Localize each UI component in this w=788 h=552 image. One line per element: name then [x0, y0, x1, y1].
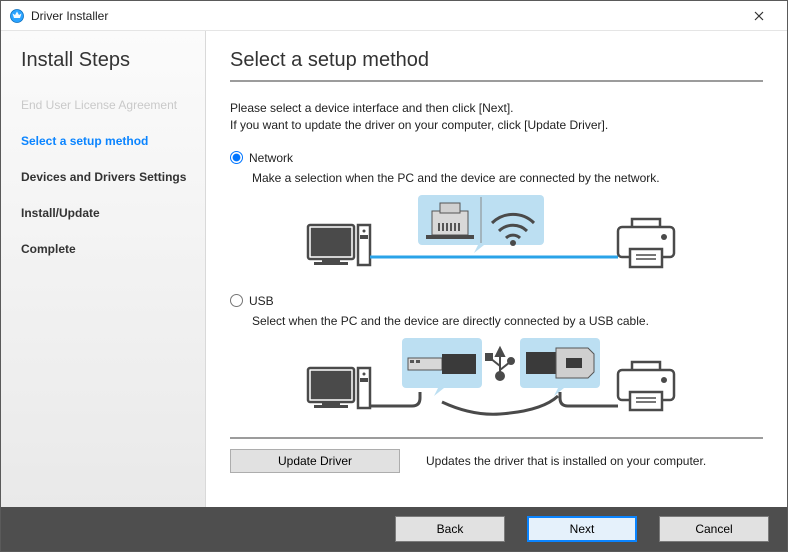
- network-illustration: [252, 193, 763, 282]
- step-complete: Complete: [21, 242, 205, 256]
- body: Install Steps End User License Agreement…: [1, 31, 787, 507]
- step-install-update: Install/Update: [21, 206, 205, 220]
- sidebar-heading: Install Steps: [21, 49, 205, 72]
- radio-usb[interactable]: [230, 294, 243, 307]
- update-row: Update Driver Updates the driver that is…: [230, 437, 763, 473]
- network-description: Make a selection when the PC and the dev…: [252, 171, 763, 185]
- instruction-line-1: Please select a device interface and the…: [230, 100, 763, 117]
- instruction-line-2: If you want to update the driver on your…: [230, 117, 763, 134]
- app-icon: [9, 8, 25, 24]
- window-title: Driver Installer: [31, 9, 739, 23]
- heading-divider: [230, 80, 763, 82]
- window: Driver Installer Install Steps End User …: [0, 0, 788, 552]
- main-panel: Select a setup method Please select a de…: [206, 31, 787, 507]
- step-list: End User License Agreement Select a setu…: [21, 98, 205, 256]
- footer: Back Next Cancel: [1, 507, 787, 551]
- cancel-button[interactable]: Cancel: [659, 516, 769, 542]
- radio-network[interactable]: [230, 151, 243, 164]
- step-devices-drivers: Devices and Drivers Settings: [21, 170, 205, 184]
- radio-usb-label[interactable]: USB: [249, 294, 274, 308]
- sidebar: Install Steps End User License Agreement…: [1, 31, 206, 507]
- update-driver-button[interactable]: Update Driver: [230, 449, 400, 473]
- radio-network-label[interactable]: Network: [249, 151, 293, 165]
- usb-illustration: [252, 336, 763, 425]
- update-note: Updates the driver that is installed on …: [426, 454, 706, 468]
- next-button[interactable]: Next: [527, 516, 637, 542]
- option-network: Network Make a selection when the PC and…: [230, 151, 763, 282]
- titlebar: Driver Installer: [1, 1, 787, 31]
- close-button[interactable]: [739, 1, 779, 30]
- page-title: Select a setup method: [230, 49, 763, 72]
- usb-description: Select when the PC and the device are di…: [252, 314, 763, 328]
- option-usb: USB Select when the PC and the device ar…: [230, 294, 763, 425]
- step-eula: End User License Agreement: [21, 98, 205, 112]
- back-button[interactable]: Back: [395, 516, 505, 542]
- instructions: Please select a device interface and the…: [230, 100, 763, 135]
- step-select-setup: Select a setup method: [21, 134, 205, 148]
